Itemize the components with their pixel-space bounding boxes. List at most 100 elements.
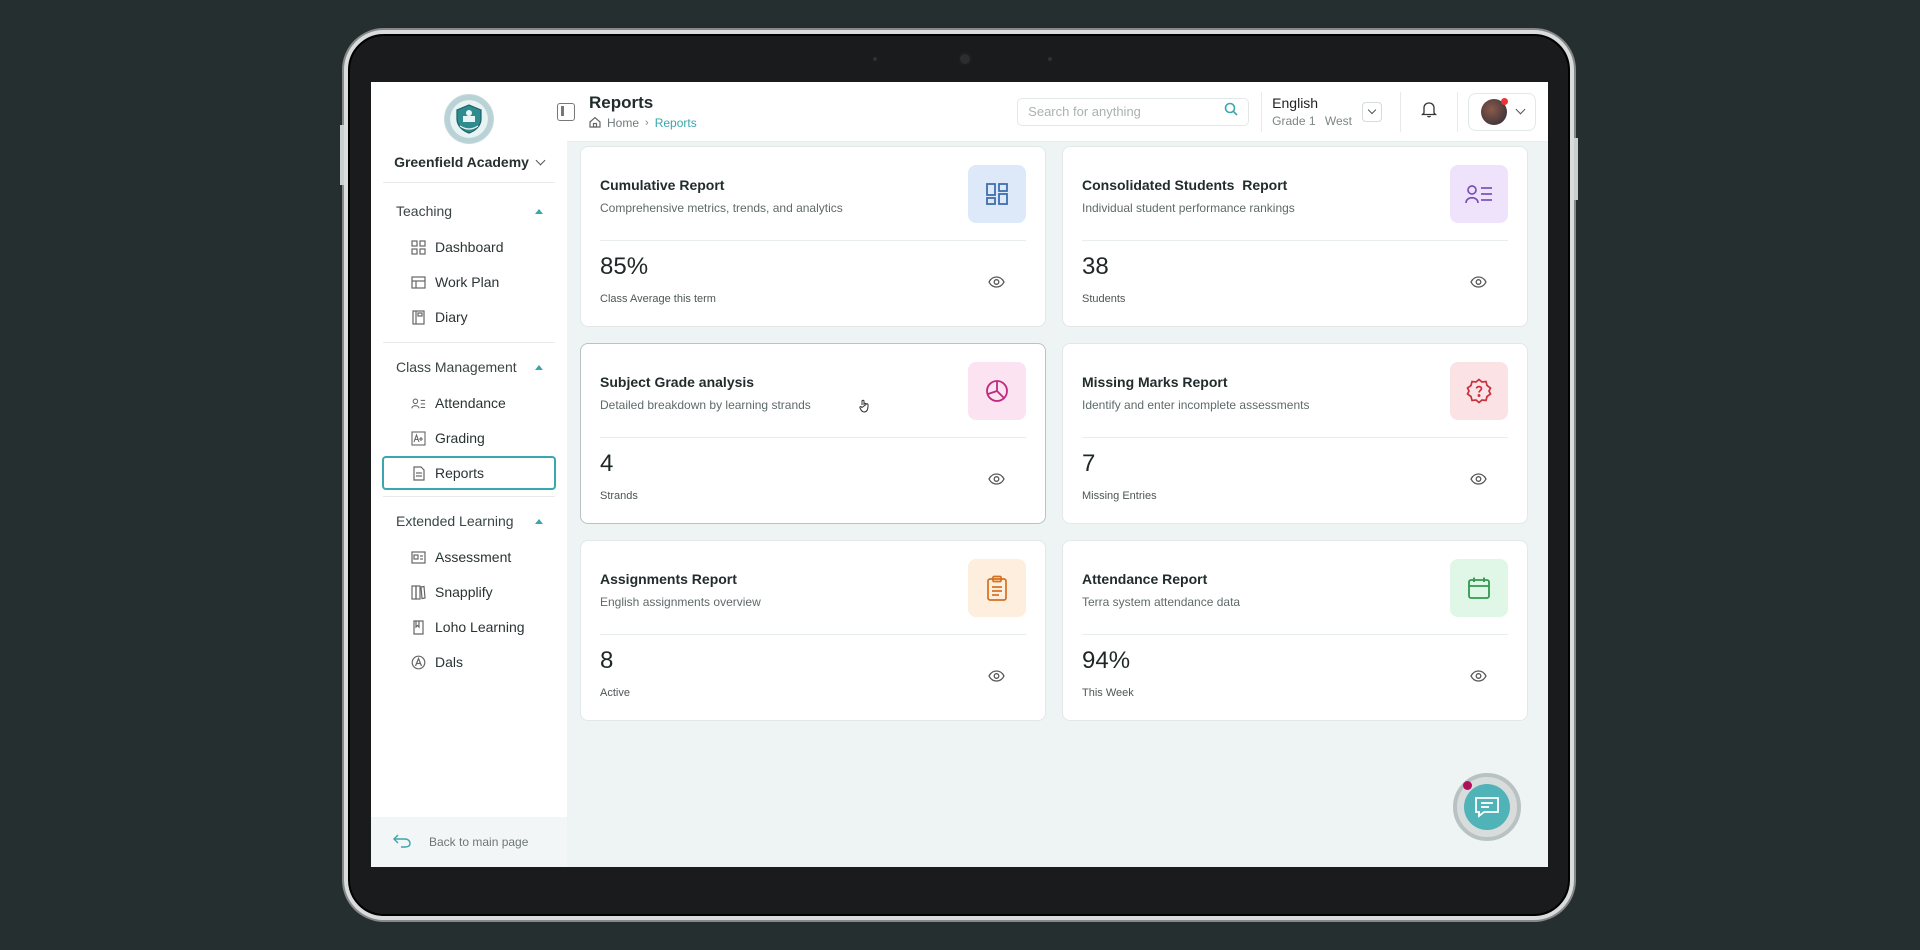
- grid-dashboard-icon: [968, 165, 1026, 223]
- back-to-main-label: Back to main page: [429, 835, 529, 849]
- school-switcher[interactable]: Greenfield Academy: [371, 154, 567, 170]
- chat-button[interactable]: [1453, 773, 1521, 841]
- section-title: Class Management: [396, 359, 517, 375]
- sidebar-item-grading[interactable]: Grading: [382, 421, 556, 455]
- sensor-dot: [873, 57, 877, 61]
- divider: [1082, 634, 1508, 635]
- card-title: Cumulative Report: [600, 177, 725, 193]
- report-card-cumulative[interactable]: Cumulative Report Comprehensive metrics,…: [580, 146, 1046, 327]
- card-label: Strands: [600, 490, 638, 502]
- section-title: Teaching: [396, 203, 453, 219]
- card-value: 4: [600, 450, 614, 477]
- sidebar-item-label: Reports: [435, 465, 485, 481]
- tablet-side-button: [340, 125, 344, 185]
- card-description: Terra system attendance data: [1082, 595, 1241, 609]
- id-card-icon: [411, 550, 426, 565]
- card-value: 85%: [600, 253, 649, 280]
- search-input[interactable]: [1028, 104, 1225, 119]
- breadcrumb-separator-icon: ›: [645, 117, 649, 129]
- sidebar-item-label: Snapplify: [435, 584, 493, 600]
- card-value: 8: [600, 647, 614, 674]
- section-teaching[interactable]: Teaching: [371, 193, 567, 229]
- divider: [1082, 437, 1508, 438]
- class-dropdown-button[interactable]: [1362, 101, 1382, 122]
- school-logo: [444, 94, 494, 144]
- card-label: Missing Entries: [1082, 490, 1157, 502]
- card-label: Active: [600, 687, 630, 699]
- eye-icon[interactable]: [988, 472, 1005, 490]
- card-value: 94%: [1082, 647, 1131, 674]
- profile-menu[interactable]: [1468, 92, 1536, 131]
- sidebar: Greenfield Academy Teaching Dashboard Wo…: [371, 82, 567, 867]
- eye-icon[interactable]: [988, 275, 1005, 293]
- sidebar-item-label: Diary: [435, 309, 468, 325]
- sidebar-item-dashboard[interactable]: Dashboard: [382, 230, 556, 264]
- divider: [383, 342, 555, 343]
- sidebar-item-label: Grading: [435, 430, 485, 446]
- eye-icon[interactable]: [1470, 275, 1487, 293]
- report-card-attendance[interactable]: Attendance Report Terra system attendanc…: [1062, 540, 1528, 721]
- breadcrumb-home-link[interactable]: Home: [607, 116, 639, 130]
- camera-icon: [958, 52, 972, 66]
- sidebar-item-reports[interactable]: Reports: [382, 456, 556, 490]
- card-title: Assignments Report: [600, 571, 737, 587]
- report-card-subject-grade-analysis[interactable]: Subject Grade analysis Detailed breakdow…: [580, 343, 1046, 524]
- sidebar-item-assessment[interactable]: Assessment: [382, 540, 556, 574]
- user-list-icon: [411, 396, 426, 411]
- sidebar-item-loho-learning[interactable]: Loho Learning: [382, 610, 556, 644]
- card-title: Consolidated Students Report: [1082, 177, 1288, 193]
- title-block: Reports Home › Reports: [589, 93, 1017, 131]
- report-card-consolidated-students[interactable]: Consolidated Students Report Individual …: [1062, 146, 1528, 327]
- sidebar-item-dals[interactable]: Dals: [382, 645, 556, 679]
- sidebar-item-diary[interactable]: Diary: [382, 300, 556, 334]
- cursor-icon: [859, 399, 871, 416]
- section-extended-learning[interactable]: Extended Learning: [371, 503, 567, 539]
- user-list-icon: [1450, 165, 1508, 223]
- report-card-assignments[interactable]: Assignments Report English assignments o…: [580, 540, 1046, 721]
- sidebar-item-label: Dals: [435, 654, 464, 670]
- sidebar-item-label: Loho Learning: [435, 619, 525, 635]
- card-value: 38: [1082, 253, 1109, 280]
- chevron-down-icon: [535, 155, 546, 165]
- section-class-management[interactable]: Class Management: [371, 349, 567, 385]
- divider: [600, 634, 1026, 635]
- divider: [383, 182, 555, 183]
- stream-label: West: [1324, 114, 1352, 128]
- file-icon: [411, 465, 426, 481]
- bookmark-book-icon: [411, 619, 426, 635]
- tablet-side-button: [1574, 138, 1578, 200]
- card-description: Identify and enter incomplete assessment…: [1082, 398, 1310, 412]
- home-icon: [589, 116, 601, 131]
- back-to-main-link[interactable]: Back to main page: [371, 817, 567, 867]
- search-icon[interactable]: [1224, 102, 1238, 121]
- divider: [1457, 91, 1458, 132]
- report-card-missing-marks[interactable]: Missing Marks Report Identify and enter …: [1062, 343, 1528, 524]
- eye-icon[interactable]: [988, 669, 1005, 687]
- caret-up-icon: [535, 208, 543, 214]
- pie-chart-icon: [968, 362, 1026, 420]
- eye-icon[interactable]: [1470, 669, 1487, 687]
- book-icon: [411, 309, 426, 325]
- page-title: Reports: [589, 92, 654, 112]
- grade-icon: [411, 430, 426, 446]
- grade-label: Grade 1: [1272, 114, 1316, 128]
- sidebar-item-snapplify[interactable]: Snapplify: [382, 575, 556, 609]
- calendar-icon: [1450, 559, 1508, 617]
- eye-icon[interactable]: [1470, 472, 1487, 490]
- search-box[interactable]: [1017, 97, 1250, 126]
- class-selector[interactable]: English Grade 1 West: [1262, 95, 1362, 128]
- card-description: Individual student performance rankings: [1082, 201, 1295, 215]
- back-arrow-icon: [393, 834, 411, 851]
- card-description: English assignments overview: [600, 595, 761, 609]
- sidebar-item-attendance[interactable]: Attendance: [382, 386, 556, 420]
- chevron-down-icon: [1515, 104, 1525, 115]
- divider: [600, 437, 1026, 438]
- card-title: Attendance Report: [1082, 571, 1208, 587]
- dashboard-icon: [411, 239, 426, 255]
- sensor-dot: [1048, 57, 1052, 61]
- section-title: Extended Learning: [396, 513, 514, 529]
- notifications-button[interactable]: [1401, 101, 1457, 123]
- sidebar-item-work-plan[interactable]: Work Plan: [382, 265, 556, 299]
- sidebar-toggle-button[interactable]: [557, 102, 575, 121]
- card-title: Subject Grade analysis: [600, 374, 755, 390]
